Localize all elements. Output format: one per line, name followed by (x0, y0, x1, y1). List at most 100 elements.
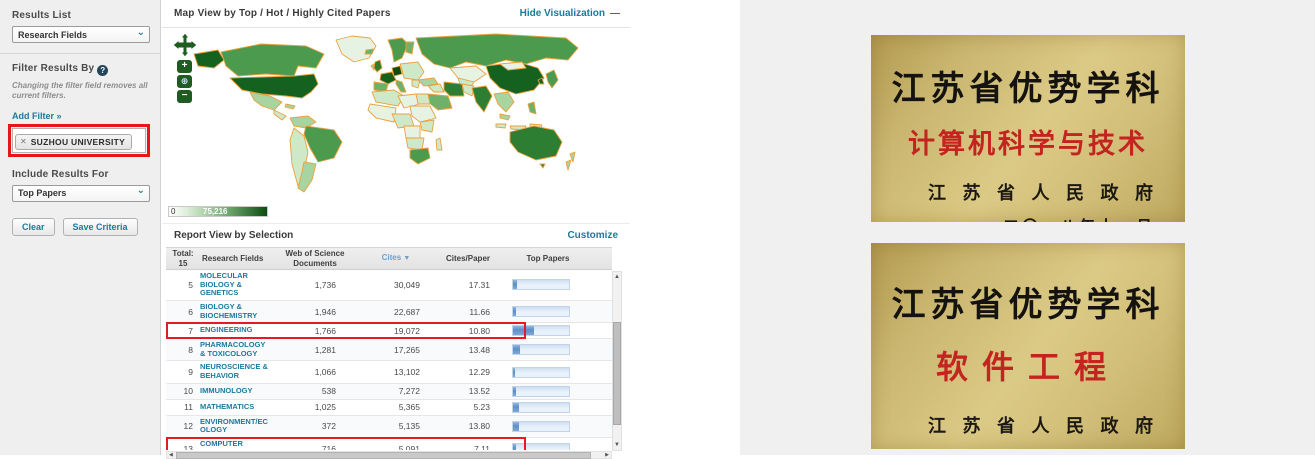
research-field-link[interactable]: NEUROSCIENCE & BEHAVIOR (200, 363, 270, 380)
filter-input[interactable]: ✕ SUZHOU UNIVERSITY (12, 128, 146, 153)
top-papers-cell (504, 279, 592, 290)
help-icon[interactable]: ? (97, 65, 108, 76)
clear-button[interactable]: Clear (12, 218, 55, 236)
research-field-link[interactable]: MATHEMATICS (200, 403, 270, 412)
table-row: 9NEUROSCIENCE & BEHAVIOR1,06613,10212.29 (166, 361, 612, 383)
top-papers-bar-fill (513, 345, 520, 354)
vertical-scroll-thumb[interactable] (613, 322, 621, 425)
research-field-link[interactable]: IMMUNOLOGY (200, 387, 270, 396)
include-results-value: Top Papers (18, 188, 66, 198)
top-papers-bar-fill (513, 403, 519, 412)
top-papers-bar-fill (513, 280, 517, 289)
map-zoom-in-button[interactable]: + (177, 60, 192, 73)
research-fields-table: Total: 15 Research Fields Web of Science… (166, 247, 622, 450)
hide-visualization-link[interactable]: Hide Visualization — (520, 8, 620, 19)
filter-tag-suzhou-university[interactable]: ✕ SUZHOU UNIVERSITY (15, 134, 132, 150)
esi-main-panel: Map View by Top / Hot / Highly Cited Pap… (162, 0, 630, 455)
column-header-cites-per-paper[interactable]: Cites/Paper (432, 254, 504, 263)
map-zoom-out-button[interactable]: − (177, 90, 192, 103)
table-body: 5MOLECULAR BIOLOGY & GENETICS1,73630,049… (166, 270, 612, 450)
plaque-software-engineering: 江苏省优势学科 软件工程 江 苏 省 人 民 政 府 二〇一八年十一月 (871, 243, 1185, 449)
plaque-issuer: 江 苏 省 人 民 政 府 (871, 412, 1185, 438)
plaque-title: 江苏省优势学科 (871, 277, 1185, 326)
top-papers-bar-fill (513, 387, 516, 396)
top-papers-cell (504, 421, 592, 432)
filter-tag-label: SUZHOU UNIVERSITY (31, 137, 125, 147)
cites-cell: 7,272 (360, 386, 432, 396)
top-papers-bar (512, 344, 570, 355)
research-field-link[interactable]: ENVIRONMENT/ECOLOGY (200, 418, 270, 435)
research-field-link[interactable]: ENGINEERING (200, 326, 270, 335)
scroll-up-icon[interactable]: ▲ (613, 272, 621, 282)
map-zoom-reset-globe-button[interactable]: ⊕ (177, 75, 192, 88)
plaque-discipline: 软件工程 (871, 342, 1185, 388)
research-field-link[interactable]: PHARMACOLOGY & TOXICOLOGY (200, 341, 270, 358)
rank-cell: 10 (166, 386, 200, 396)
horizontal-scrollbar[interactable]: ◀ ▶ (166, 451, 612, 459)
chevron-down-icon: ⌄ (137, 188, 145, 194)
cites-per-paper-cell: 5.23 (432, 402, 504, 412)
top-papers-bar (512, 279, 570, 290)
top-papers-bar-fill (513, 307, 516, 316)
documents-cell: 1,066 (270, 367, 360, 377)
top-papers-bar (512, 402, 570, 413)
table-row: 12ENVIRONMENT/ECOLOGY3725,13513.80 (166, 416, 612, 438)
top-papers-bar (512, 421, 570, 432)
plaque-computer-science-technology: 江苏省优势学科 计算机科学与技术 江 苏 省 人 民 政 府 二〇一八年十一月 (871, 35, 1185, 222)
table-row: 10IMMUNOLOGY5387,27213.52 (166, 384, 612, 400)
documents-cell: 372 (270, 421, 360, 431)
documents-cell: 1,025 (270, 402, 360, 412)
documents-cell: 1,281 (270, 345, 360, 355)
scroll-left-icon[interactable]: ◀ (169, 452, 173, 459)
scroll-down-icon[interactable]: ▼ (613, 440, 621, 450)
rank-cell: 13 (166, 444, 200, 451)
top-papers-bar-fill (513, 368, 515, 377)
top-papers-bar (512, 306, 570, 317)
results-list-select[interactable]: Research Fields ⌄ (12, 26, 150, 43)
column-header-documents[interactable]: Web of Science Documents (270, 249, 360, 267)
plaque-discipline: 计算机科学与技术 (871, 122, 1185, 161)
scroll-right-icon[interactable]: ▶ (605, 452, 609, 459)
add-filter-link[interactable]: Add Filter » (12, 111, 62, 121)
filters-sidebar: Results List Research Fields ⌄ Filter Re… (0, 0, 161, 455)
rank-cell: 7 (166, 326, 200, 336)
customize-link[interactable]: Customize (567, 230, 618, 241)
documents-cell: 1,766 (270, 326, 360, 336)
table-row: 8PHARMACOLOGY & TOXICOLOGY1,28117,26513.… (166, 339, 612, 361)
documents-cell: 538 (270, 386, 360, 396)
results-list-label: Results List (12, 10, 150, 21)
rank-cell: 5 (166, 280, 200, 290)
top-papers-cell (504, 325, 592, 336)
cites-cell: 5,135 (360, 421, 432, 431)
table-row: 5MOLECULAR BIOLOGY & GENETICS1,73630,049… (166, 270, 612, 301)
rank-cell: 6 (166, 307, 200, 317)
research-field-link[interactable]: COMPUTER SCIENCE (200, 440, 270, 450)
cites-cell: 22,687 (360, 307, 432, 317)
cites-cell: 19,072 (360, 326, 432, 336)
plaque-title: 江苏省优势学科 (871, 61, 1185, 110)
map-view-title: Map View by Top / Hot / Highly Cited Pap… (174, 8, 391, 19)
top-papers-cell (504, 443, 592, 450)
column-header-total[interactable]: Total: 15 (166, 249, 200, 267)
cites-per-paper-cell: 10.80 (432, 326, 504, 336)
column-header-cites-sorted[interactable]: Cites ▼ (360, 253, 432, 263)
column-header-research-fields[interactable]: Research Fields (200, 254, 270, 263)
column-header-top-papers[interactable]: Top Papers (504, 254, 592, 263)
table-header-row: Total: 15 Research Fields Web of Science… (166, 247, 612, 270)
include-results-select[interactable]: Top Papers ⌄ (12, 185, 150, 202)
save-criteria-button[interactable]: Save Criteria (63, 218, 138, 236)
map-color-scale-legend: 0 75,216 (168, 206, 268, 217)
cites-per-paper-cell: 17.31 (432, 280, 504, 290)
research-field-link[interactable]: BIOLOGY & BIOCHEMISTRY (200, 303, 270, 320)
world-map-visualization[interactable]: + ⊕ − 0 75,216 (162, 28, 630, 224)
map-pan-control[interactable] (172, 32, 198, 58)
cites-cell: 5,091 (360, 444, 432, 451)
top-papers-bar-fill (513, 422, 519, 431)
research-field-link[interactable]: MOLECULAR BIOLOGY & GENETICS (200, 272, 270, 298)
cites-per-paper-cell: 12.29 (432, 367, 504, 377)
horizontal-scroll-thumb[interactable] (176, 452, 591, 459)
close-icon[interactable]: ✕ (20, 137, 27, 146)
rank-cell: 11 (166, 402, 200, 412)
filter-highlight-box: ✕ SUZHOU UNIVERSITY (8, 124, 150, 157)
vertical-scrollbar[interactable]: ▲ ▼ (612, 271, 622, 451)
